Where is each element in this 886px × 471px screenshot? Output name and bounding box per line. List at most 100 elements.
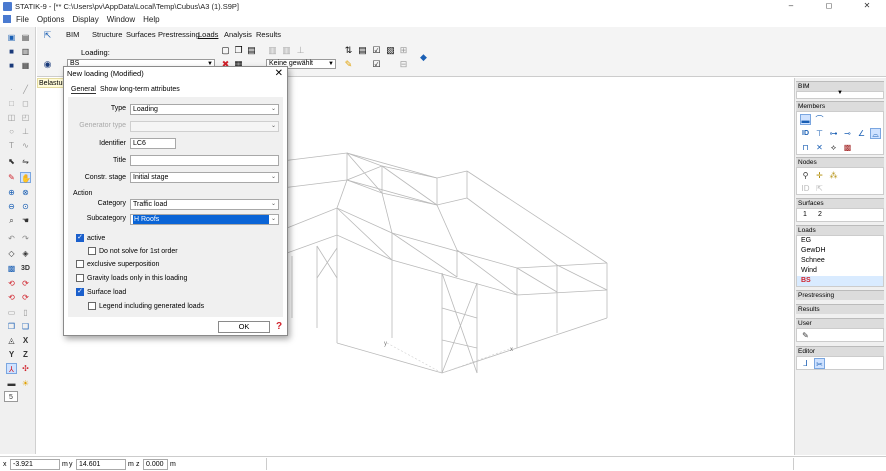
undo-icon[interactable]: ↶ (6, 233, 17, 244)
node-move-icon[interactable]: ⇱ (814, 183, 825, 194)
menu-window[interactable]: Window (107, 15, 135, 24)
check-icon[interactable]: ☑ (371, 59, 382, 70)
menu-help[interactable]: Help (143, 15, 159, 24)
nodes-section-header[interactable]: Nodes (796, 157, 884, 167)
perspective-icon[interactable]: ◬ (6, 335, 17, 346)
tab-analysis[interactable]: Analysis (224, 30, 252, 39)
zoom-window-icon[interactable]: ⊗ (20, 187, 31, 198)
paste-loading-icon[interactable]: ▤ (246, 45, 257, 56)
pin-icon[interactable]: ◆ (418, 52, 429, 63)
step-input[interactable]: 5 (4, 391, 18, 402)
results-section-header[interactable]: Results (796, 304, 884, 314)
tab-loads[interactable]: Loads (198, 30, 218, 39)
tab-general[interactable]: General (71, 86, 96, 94)
wall-icon[interactable]: ▩ (842, 142, 853, 153)
light-icon[interactable]: ☀ (20, 378, 31, 389)
rotate-down-icon[interactable]: ⟳ (20, 292, 31, 303)
beam-icon[interactable]: ▬ (800, 114, 811, 125)
surface-load-checkbox[interactable]: ✓ Surface load (76, 288, 126, 296)
save-icon[interactable]: ■ (6, 46, 17, 57)
rotate-right-icon[interactable]: ⟳ (20, 278, 31, 289)
multi-node-icon[interactable]: ⁂ (828, 170, 839, 181)
app-menu-icon[interactable] (3, 15, 11, 23)
sort-icon[interactable]: ⇅ (343, 45, 354, 56)
x-axis-button[interactable]: X (20, 335, 31, 346)
combination-alt-icon[interactable]: ⊟ (398, 59, 409, 70)
maximize-button[interactable]: ◻ (810, 0, 848, 12)
pan-tool-icon[interactable]: ✋ (20, 172, 31, 183)
subcategory-select[interactable]: H Roofs ⌄ (130, 214, 279, 225)
coordinate-icon[interactable]: ✣ (20, 363, 31, 374)
hinge-icon[interactable]: ⊶ (828, 128, 839, 139)
category-select[interactable]: Traffic load ⌄ (130, 199, 279, 210)
joint-icon[interactable]: ⊸ (842, 128, 853, 139)
title-input[interactable] (130, 155, 279, 166)
cross-icon[interactable]: ✕ (814, 142, 825, 153)
save-all-icon[interactable]: ■ (6, 60, 17, 71)
loads-section-header[interactable]: Loads (796, 225, 884, 235)
minimize-button[interactable]: – (772, 0, 810, 12)
constr-stage-select[interactable]: Initial stage ⌄ (130, 172, 279, 183)
surface-1[interactable]: 1 (803, 211, 807, 218)
menu-file[interactable]: File (16, 15, 29, 24)
axes-icon[interactable]: ⅄ (6, 363, 17, 374)
angle-icon[interactable]: ∠ (856, 128, 867, 139)
z-axis-button[interactable]: Z (20, 349, 31, 360)
load-item-gewdh[interactable]: GewDH (797, 246, 883, 256)
load-item-bs[interactable]: BS (797, 276, 883, 286)
tab-long-term-attributes[interactable]: Show long-term attributes (100, 86, 180, 93)
combination-icon[interactable]: ⊞ (398, 45, 409, 56)
gravity-loads-checkbox[interactable]: Gravity loads only in this loading (76, 274, 187, 282)
user-section-header[interactable]: User (796, 318, 884, 328)
tab-structure[interactable]: Structure (92, 30, 122, 39)
support-icon[interactable]: ⚲ (800, 170, 811, 181)
zoom-all-icon[interactable]: ⊙ (20, 201, 31, 212)
no-1st-order-checkbox[interactable]: Do not solve for 1st order (88, 247, 178, 255)
members-section-header[interactable]: Members (796, 101, 884, 111)
open-icon[interactable]: ▣ (6, 32, 17, 43)
area-tool-icon[interactable]: ◰ (20, 112, 31, 123)
exclusive-superposition-checkbox[interactable]: exclusive superposition (76, 260, 159, 268)
tab-bim[interactable]: BIM (66, 30, 79, 39)
circle-tool-icon[interactable]: ○ (6, 126, 17, 137)
edit-note-icon[interactable]: ✎ (343, 59, 354, 70)
load-item-wind[interactable]: Wind (797, 266, 883, 276)
point-tool-icon[interactable]: · (6, 84, 17, 95)
bim-select[interactable]: ▼ (796, 90, 884, 99)
rotate-up-icon[interactable]: ⟲ (6, 292, 17, 303)
zoom-out-icon[interactable]: ⊖ (6, 201, 17, 212)
prestressing-section-header[interactable]: Prestressing (796, 290, 884, 300)
active-checkbox[interactable]: ✓ active (76, 234, 105, 242)
erase-tool-icon[interactable]: ✎ (6, 172, 17, 183)
zoom-in-icon[interactable]: ⊕ (6, 187, 17, 198)
camera-icon[interactable]: ▬ (6, 378, 17, 389)
help-icon[interactable]: ? (276, 321, 282, 333)
rotate-left-icon[interactable]: ⟲ (6, 278, 17, 289)
view-plane-icon[interactable]: ◇ (6, 248, 17, 259)
node-icon[interactable]: ✛ (814, 170, 825, 181)
load-point-icon[interactable]: ⊥ (295, 45, 306, 56)
link-icon[interactable]: ⟡ (828, 142, 839, 153)
redo-icon[interactable]: ↷ (20, 233, 31, 244)
view-frame-icon[interactable]: ▩ (6, 263, 17, 274)
type-select[interactable]: Loading ⌄ (130, 104, 279, 115)
frame-icon[interactable]: ⊓ (800, 142, 811, 153)
load-item-schnee[interactable]: Schnee (797, 256, 883, 266)
curved-beam-icon[interactable]: ⌒ (814, 114, 825, 125)
dimension-tool-icon[interactable]: ⊥ (20, 126, 31, 137)
menu-options[interactable]: Options (37, 15, 65, 24)
text-tool-icon[interactable]: T (6, 140, 17, 151)
eye-icon[interactable]: ◉ (42, 59, 53, 70)
dialog-close-icon[interactable]: ✕ (275, 68, 283, 80)
export-icon[interactable]: ▦ (20, 60, 31, 71)
view-iso-icon[interactable]: ◈ (20, 248, 31, 259)
new-loading-icon[interactable]: ▢ (220, 45, 231, 56)
pointer-icon[interactable]: ⇱ (42, 30, 53, 41)
close-window-button[interactable]: ✕ (848, 0, 886, 12)
tab-results[interactable]: Results (256, 30, 281, 39)
y-axis-button[interactable]: Y (6, 349, 17, 360)
column-icon[interactable]: ⊤ (814, 128, 825, 139)
layer-icon[interactable]: ▭ (6, 307, 17, 318)
snap-tool-icon[interactable]: ◫ (6, 112, 17, 123)
load-item-eg[interactable]: EG (797, 236, 883, 246)
